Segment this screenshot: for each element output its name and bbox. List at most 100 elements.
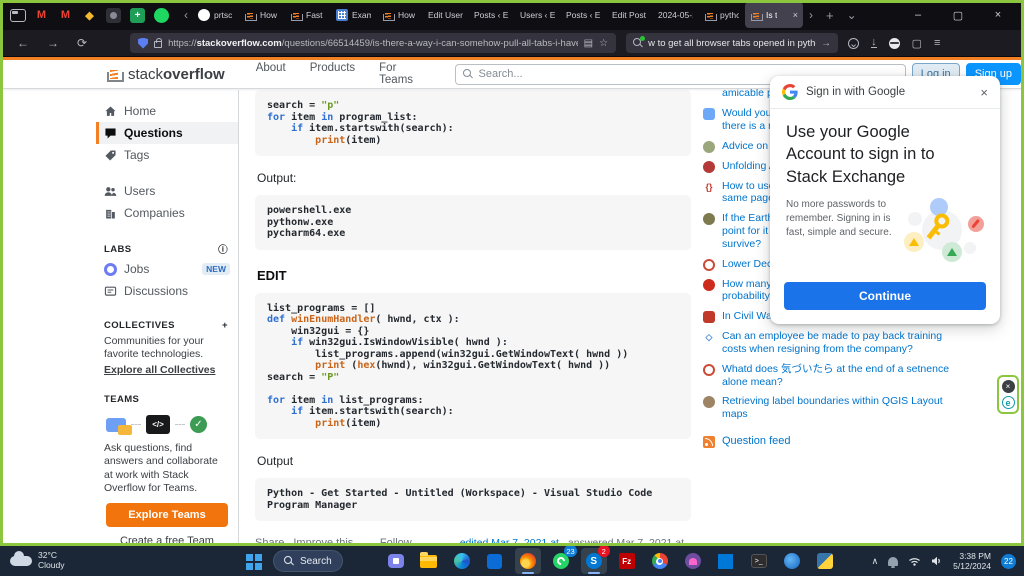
nav-about[interactable]: About	[247, 58, 295, 90]
sidebar-item-companies[interactable]: Companies	[96, 202, 238, 224]
browser-tab[interactable]: Edit Post	[607, 2, 652, 28]
taskbar-app-skype[interactable]: S2	[581, 548, 607, 574]
browser-tab[interactable]: pytho	[699, 2, 744, 28]
adblock-extension-icon[interactable]	[889, 38, 900, 49]
sidebar-item-questions[interactable]: Questions	[96, 122, 238, 144]
taskbar-app-whatsapp[interactable]: 23	[548, 548, 574, 574]
new-tab-button[interactable]: +	[818, 9, 842, 22]
sidebar-item-tags[interactable]: Tags	[96, 144, 238, 166]
taskbar-app-chrome[interactable]	[647, 548, 673, 574]
so-logo[interactable]: stackoverflow	[107, 66, 225, 83]
popup-close-icon[interactable]: ×	[980, 85, 988, 100]
nav-for-teams[interactable]: For Teams	[370, 58, 440, 90]
hot-question[interactable]: ◇Can an employee be made to pay back tra…	[703, 330, 971, 356]
edited-link[interactable]: edited Mar 7, 2021 at 9:47	[460, 537, 568, 543]
taskbar-app-task-view[interactable]	[350, 548, 376, 574]
browser-tab[interactable]: Fast s	[285, 2, 330, 28]
widget-e-icon[interactable]: e	[1002, 396, 1015, 409]
nav-products[interactable]: Products	[301, 58, 364, 90]
home-icon	[104, 105, 117, 118]
code-snippet: search = "p" for item in program_list: i…	[255, 90, 691, 156]
share-link[interactable]: Share	[255, 537, 284, 543]
volume-icon[interactable]	[931, 556, 943, 566]
info-icon[interactable]: ⓘ	[218, 242, 228, 256]
taskbar-app-edge[interactable]	[449, 548, 475, 574]
taskbar-app-python[interactable]	[812, 548, 838, 574]
wifi-icon[interactable]	[908, 556, 921, 566]
sidebar-item-jobs[interactable]: Jobs NEW	[96, 258, 238, 280]
taskbar-app-firefox[interactable]	[515, 548, 541, 574]
hot-question[interactable]: Whatd does 気づいたら at the end of a setnenc…	[703, 363, 971, 389]
taskbar-app-terminal[interactable]: >_	[746, 548, 772, 574]
spotify-icon[interactable]	[154, 8, 169, 23]
tray-expand-icon[interactable]: ∧	[872, 556, 879, 567]
hot-question[interactable]: Retrieving label boundaries within QGIS …	[703, 395, 971, 421]
taskbar-app-vscode[interactable]	[713, 548, 739, 574]
tab-scroll-right-icon[interactable]: ›	[804, 9, 818, 21]
browser-search-field[interactable]: w to get all browser tabs opened in pyth…	[626, 33, 838, 53]
gmail-icon[interactable]: M	[34, 8, 49, 23]
back-button[interactable]: ←	[8, 36, 38, 50]
reader-mode-icon[interactable]: ▤	[584, 38, 593, 49]
notification-count-badge[interactable]: 22	[1001, 554, 1016, 569]
menu-icon[interactable]: ≡	[934, 37, 940, 49]
pocket-icon[interactable]: ⌄	[848, 38, 859, 49]
sidebar-item-users[interactable]: Users	[96, 180, 238, 202]
create-team-link[interactable]: Create a free Team	[96, 527, 238, 543]
taskbar-app-chat[interactable]	[383, 548, 409, 574]
maximize-button[interactable]: ▢	[938, 9, 978, 22]
forward-button[interactable]: →	[38, 36, 68, 50]
browser-tab[interactable]: Posts ‹ Em	[561, 2, 606, 28]
question-feed[interactable]: Question feed	[703, 435, 971, 448]
tab-scroll-left-icon[interactable]: ‹	[179, 9, 193, 21]
taskbar-search[interactable]: Search	[273, 550, 343, 572]
widget-close-icon[interactable]: ×	[1002, 380, 1015, 393]
hot-question-link[interactable]: Can an employee be made to pay back trai…	[722, 330, 942, 356]
taskbar-app-file-explorer[interactable]	[416, 548, 442, 574]
share-icon[interactable]: ▢	[912, 37, 922, 50]
continue-button[interactable]: Continue	[784, 282, 986, 310]
browser-tab[interactable]: Posts ‹ Em	[469, 2, 514, 28]
explore-teams-button[interactable]: Explore Teams	[106, 503, 228, 527]
search-go-icon[interactable]: →	[821, 38, 831, 49]
sidebar-item-discussions[interactable]: Discussions	[96, 280, 238, 302]
start-button[interactable]	[240, 548, 266, 574]
browser-tab[interactable]: How c	[377, 2, 422, 28]
browser-tab[interactable]: How t	[239, 2, 284, 28]
bookmark-star-icon[interactable]: ☆	[599, 38, 608, 49]
tab-close-icon[interactable]: ×	[793, 10, 798, 20]
browser-tab[interactable]: Examp	[331, 2, 376, 28]
taskbar-weather[interactable]: 32°C Cloudy	[0, 551, 240, 571]
sidebar-item-home[interactable]: Home	[96, 100, 238, 122]
taskbar-app-store[interactable]	[482, 548, 508, 574]
darkapp-icon[interactable]	[106, 8, 121, 23]
taskbar-app-github-desktop[interactable]	[680, 548, 706, 574]
minimize-button[interactable]: –	[898, 9, 938, 21]
close-button[interactable]: ×	[978, 9, 1018, 21]
clock[interactable]: 3:38 PM 5/12/2024	[953, 551, 991, 571]
browser-tab[interactable]: 2024-05-1	[653, 2, 698, 28]
improve-answer-link[interactable]: Improve this answer	[293, 537, 371, 543]
add-collective-icon[interactable]: +	[222, 320, 228, 331]
binance-icon[interactable]: ◆	[82, 8, 97, 23]
url-bar[interactable]: https://stackoverflow.com/questions/6651…	[130, 33, 616, 53]
explore-collectives-link[interactable]: Explore all Collectives	[96, 361, 238, 376]
gmail-icon[interactable]: M	[58, 8, 73, 23]
reload-button[interactable]: ⟳	[68, 36, 96, 50]
taskbar-app-thunderbird[interactable]	[779, 548, 805, 574]
follow-link[interactable]: Follow	[380, 537, 412, 543]
taskbar-app-filezilla[interactable]: Fz	[614, 548, 640, 574]
firefox-view-icon[interactable]	[10, 9, 26, 22]
hot-question-link[interactable]: Retrieving label boundaries within QGIS …	[722, 395, 943, 421]
downloads-icon[interactable]: ↓	[871, 38, 877, 48]
tab-list-icon[interactable]: ⌄	[842, 9, 862, 21]
browser-tab[interactable]: Users ‹ Em	[515, 2, 560, 28]
sheets-icon[interactable]: +	[130, 8, 145, 23]
browser-tab[interactable]: Is t×	[745, 2, 803, 28]
tracking-shield-icon[interactable]	[138, 38, 148, 49]
hot-question-link[interactable]: Whatd does 気づいたら at the end of a setnenc…	[722, 363, 949, 389]
hot-question-link[interactable]: Unfolding A	[722, 160, 776, 173]
browser-tab[interactable]: prtsc	[193, 2, 238, 28]
notification-bell-icon[interactable]	[888, 557, 898, 566]
browser-tab[interactable]: Edit User A	[423, 2, 468, 28]
